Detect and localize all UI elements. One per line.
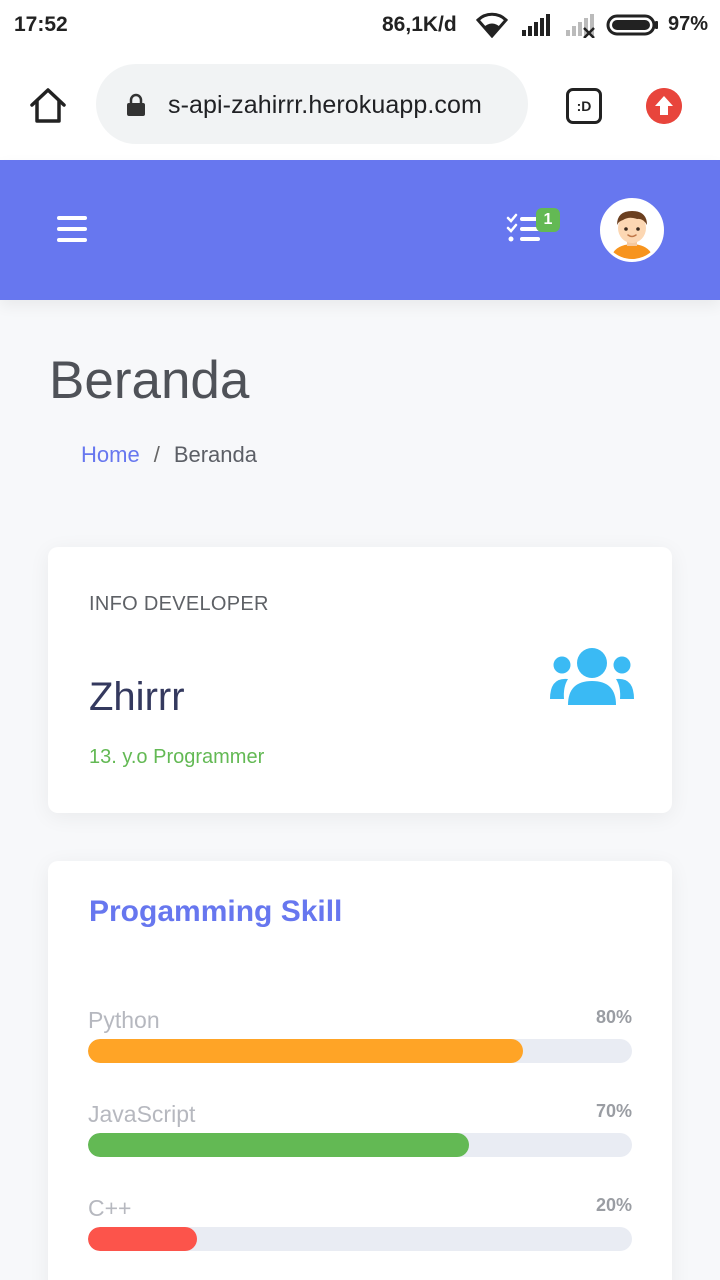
breadcrumb-separator: / (153, 442, 160, 467)
skill-card-title: Progamming Skill (89, 895, 343, 928)
progress-bar (88, 1227, 197, 1251)
status-battery: 97% (668, 13, 709, 35)
status-network-speed: 86,1K/d (382, 13, 457, 36)
programming-skill-card: Progamming Skill Python 80% JavaScript 7… (48, 861, 672, 1280)
upload-icon[interactable] (646, 88, 682, 124)
avatar-image (603, 201, 661, 259)
address-bar[interactable]: s-api-zahirrr.herokuapp.com (96, 64, 528, 144)
signal-icon (522, 14, 550, 36)
users-icon (550, 648, 634, 705)
skill-name: Python (88, 1007, 160, 1033)
skill-percent: 20% (595, 1195, 632, 1215)
info-developer-card: INFO DEVELOPER Zhirrr 13. y.o Programmer (48, 547, 672, 813)
lock-icon (127, 93, 145, 116)
home-icon[interactable] (28, 85, 68, 125)
status-time: 17:52 (14, 13, 68, 36)
progress-bar (88, 1039, 524, 1063)
app-header: 1 (0, 160, 720, 300)
info-card-label: INFO DEVELOPER (89, 593, 269, 615)
skill-percent: 80% (595, 1007, 632, 1027)
wifi-icon (476, 12, 508, 38)
developer-name: Zhirrr (89, 675, 185, 719)
developer-subtitle: 13. y.o Programmer (89, 746, 265, 768)
page-title: Beranda (49, 351, 250, 410)
breadcrumb: Home / Beranda (81, 442, 257, 468)
no-signal-icon (566, 14, 595, 38)
tabs-icon[interactable]: :D (566, 88, 602, 124)
avatar[interactable] (600, 198, 664, 262)
progress-track (88, 1039, 632, 1063)
skill-name: C++ (88, 1195, 132, 1221)
url-text: s-api-zahirrr.herokuapp.com (168, 91, 482, 119)
status-bar: 17:52 86,1K/d 97% (0, 0, 720, 50)
breadcrumb-home-link[interactable]: Home (81, 442, 140, 467)
progress-track (88, 1227, 632, 1251)
browser-toolbar: s-api-zahirrr.herokuapp.com :D (0, 50, 720, 160)
tasks-badge: 1 (536, 208, 560, 232)
skill-name: JavaScript (88, 1101, 196, 1127)
progress-bar (88, 1133, 469, 1157)
menu-icon[interactable] (57, 216, 87, 242)
battery-icon (606, 14, 658, 36)
breadcrumb-current: Beranda (173, 442, 257, 467)
skill-percent: 70% (595, 1101, 632, 1121)
progress-track (88, 1133, 632, 1157)
